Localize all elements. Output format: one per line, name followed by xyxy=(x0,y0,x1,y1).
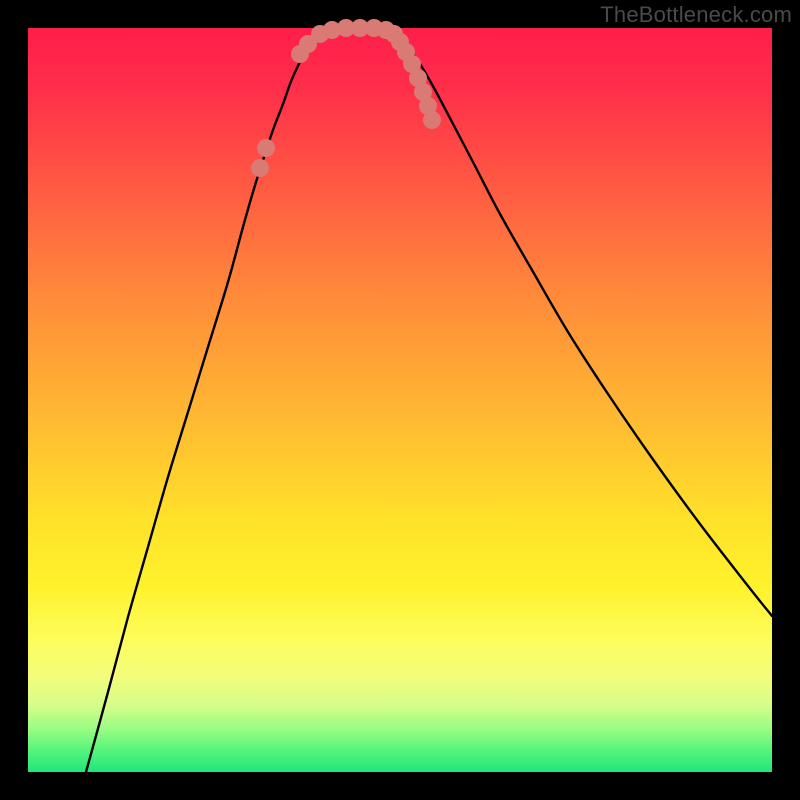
curve-layer xyxy=(28,28,772,772)
bottleneck-curve-path xyxy=(86,28,772,772)
salmon-marker xyxy=(257,139,275,157)
salmon-marker-group xyxy=(251,19,441,177)
salmon-marker xyxy=(423,111,441,129)
bottleneck-curve xyxy=(86,28,772,772)
chart-frame: TheBottleneck.com xyxy=(0,0,800,800)
salmon-marker xyxy=(251,159,269,177)
plot-area xyxy=(28,28,772,772)
watermark-text: TheBottleneck.com xyxy=(600,2,792,28)
